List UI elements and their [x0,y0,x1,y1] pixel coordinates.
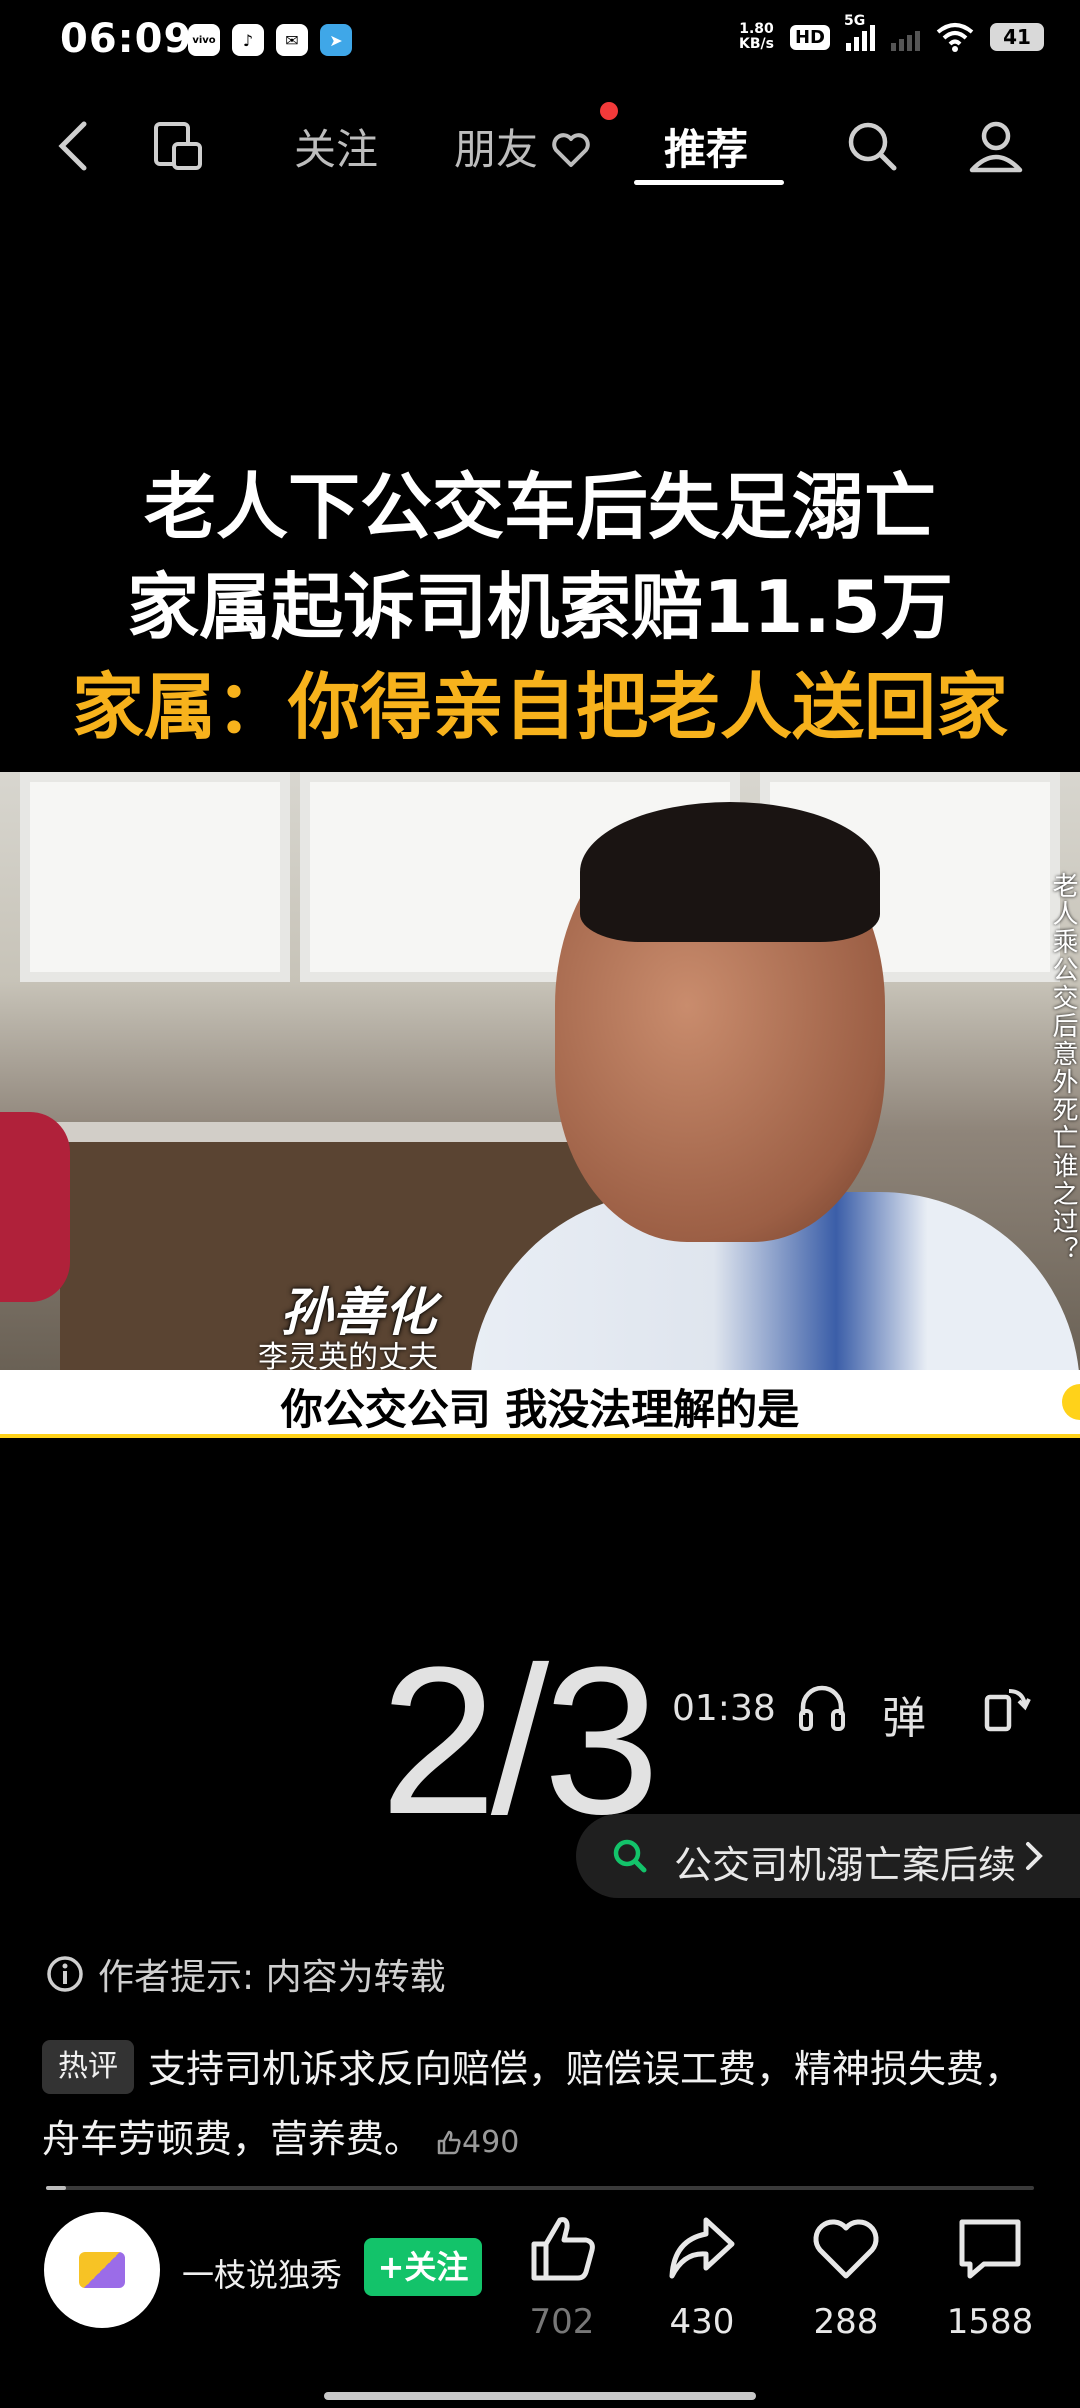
network-speed: 1.80 KB/s [739,21,774,52]
search-icon [613,1839,647,1873]
vivo-app-icon: vivo [188,24,220,56]
status-bar: 06:09 vivo ♪ ✉ ➤ 1.80 KB/s HD 5G 41 [0,0,1080,84]
share-count: 430 [669,2302,735,2342]
chevron-left-icon [58,121,87,171]
video-scene [0,772,1080,1370]
multi-window-button[interactable] [146,114,210,178]
notification-icons: vivo ♪ ✉ ➤ [188,24,352,56]
video-player[interactable] [0,772,1080,1370]
headphones-icon [799,1685,845,1731]
follow-button[interactable]: +关注 [364,2238,482,2296]
signal-secondary-icon [891,23,920,51]
author-logo-icon [79,2252,125,2288]
author-avatar[interactable] [44,2212,160,2328]
search-button[interactable] [840,114,904,178]
author-tip-text: 作者提示: 内容为转载 [98,1957,446,1998]
share-icon [669,2217,735,2279]
scene-red-object [0,1112,70,1302]
thumbs-up-icon [531,2217,595,2281]
tiktok-app-icon: ♪ [232,24,264,56]
video-headline-line1: 老人下公交车后失足溺亡 [143,465,936,549]
back-button[interactable] [42,114,106,178]
tab-friends-label: 朋友 [454,125,539,174]
video-duration: 01:38 [672,1688,776,1729]
top-navigation: 关注 朋友 推荐 [0,100,1080,192]
related-search-text: 公交司机溺亡案后续 [674,1843,1017,1887]
tab-friends[interactable]: 朋友 [454,116,591,177]
tab-following[interactable]: 关注 [294,116,378,177]
video-progress-fill [46,2186,66,2190]
chevron-right-icon [1026,1842,1043,1870]
author-tip: 作者提示: 内容为转载 [46,1948,446,2000]
tab-recommended[interactable]: 推荐 [664,116,748,177]
like-button[interactable]: 702 [492,2206,632,2342]
video-progress-bar[interactable] [46,2186,1034,2190]
home-indicator[interactable] [324,2392,756,2400]
hot-comment[interactable]: 热评 支持司机诉求反向赔偿，赔偿误工费，精神损失费，舟车劳顿费，营养费。 490 [42,2034,1042,2178]
wifi-icon [936,23,974,52]
info-icon [47,1956,83,1992]
hot-comment-text: 支持司机诉求反向赔偿，赔偿误工费，精神损失费，舟车劳顿费，营养费。 [42,2047,1023,2161]
mail-app-icon: ✉ [276,24,308,56]
signal-5g-icon: 5G [844,13,875,51]
video-side-caption: 老人乘公交后意外死亡谁之过？ [1048,872,1078,1264]
comment-button[interactable]: 1588 [920,2206,1060,2342]
related-search-pill[interactable]: 公交司机溺亡案后续 [576,1814,1080,1898]
like-count: 702 [529,2302,595,2342]
profile-button[interactable] [964,114,1028,178]
video-headline-line3: 家属：你得亲自把老人送回家 [71,665,1008,749]
hd-badge: HD [789,24,830,50]
video-subtitle: 你公交公司 我没法理解的是 [280,1385,800,1434]
video-subtitle-bar: 你公交公司 我没法理解的是 [0,1370,1080,1438]
heart-icon [552,133,591,167]
hot-comment-tag: 热评 [42,2040,134,2094]
scene-person-hair [580,802,880,942]
video-feed-screen: 06:09 vivo ♪ ✉ ➤ 1.80 KB/s HD 5G 41 关注 朋… [0,0,1080,2408]
listen-button[interactable] [790,1676,854,1740]
favorite-count: 288 [813,2302,879,2342]
search-icon [848,122,897,171]
rotate-screen-icon [984,1689,1031,1732]
notification-dot [600,102,618,120]
heart-icon [813,2219,879,2279]
hot-comment-likes: 490 [436,2125,519,2160]
favorite-button[interactable]: 288 [776,2206,916,2342]
danmu-label: 弹 [882,1693,926,1744]
comment-bubble-icon [959,2219,1021,2279]
video-headline-line2: 家属起诉司机索赔11.5万 [127,565,953,649]
person-icon [969,121,1023,173]
status-time: 06:09 [60,16,193,62]
share-button[interactable]: 430 [632,2206,772,2342]
rotate-screen-button[interactable] [974,1676,1038,1740]
scene-window-left [20,772,290,982]
battery-indicator: 41 [990,23,1044,51]
comment-count: 1588 [946,2302,1034,2342]
active-tab-indicator [634,180,784,185]
status-indicators: 1.80 KB/s HD 5G 41 [739,13,1044,52]
multi-window-icon [154,122,202,170]
telegram-app-icon: ➤ [320,24,352,56]
author-name[interactable]: 一枝说独秀 [182,2250,342,2296]
danmu-toggle[interactable]: 弹 [882,1682,926,1746]
thumbs-up-icon [437,2130,461,2155]
